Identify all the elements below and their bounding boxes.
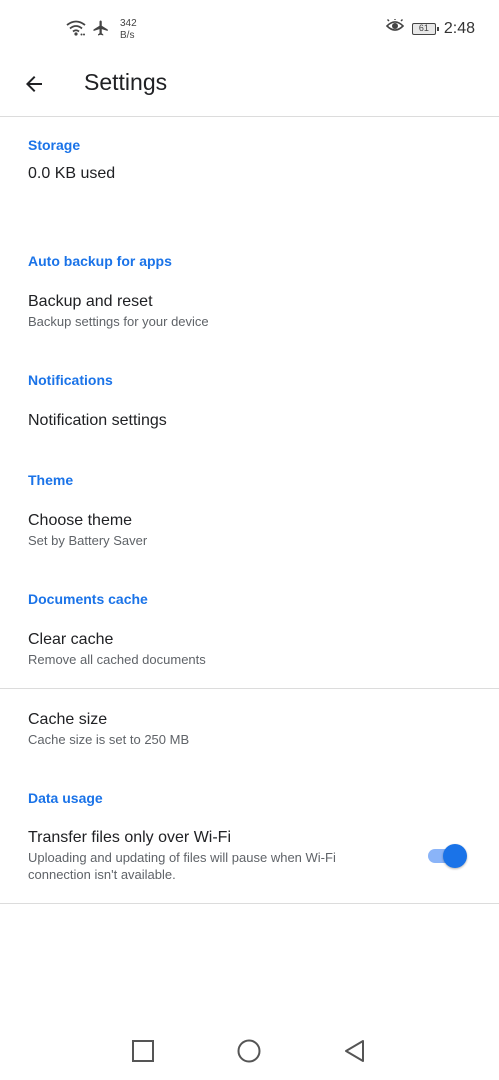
circle-home-icon	[236, 1039, 262, 1068]
app-bar-divider	[0, 116, 499, 117]
cache-size-title: Cache size	[28, 711, 108, 728]
triangle-back-icon	[342, 1040, 368, 1068]
arrow-left-icon	[22, 72, 46, 101]
data-usage-section-header: Data usage	[28, 790, 103, 806]
wifi-only-toggle[interactable]	[428, 842, 468, 870]
wifi-only-transfer-title: Transfer files only over Wi-Fi	[28, 829, 231, 846]
network-speed: 342 B/s	[120, 18, 137, 42]
status-bar: 342 B/s 61 2:48	[0, 0, 499, 60]
status-right-group: 61 2:48	[385, 18, 475, 38]
notifications-section-header: Notifications	[28, 372, 113, 388]
network-speed-unit: B/s	[120, 30, 135, 41]
recents-button[interactable]	[130, 1038, 156, 1064]
clear-cache-title: Clear cache	[28, 631, 114, 648]
storage-used-value: 0.0 KB used	[28, 165, 116, 182]
page-title: Settings	[84, 69, 168, 95]
wifi-icon	[66, 20, 86, 41]
backup-section-header: Auto backup for apps	[28, 253, 172, 269]
cache-size-subtitle: Cache size is set to 250 MB	[28, 732, 190, 747]
network-speed-value: 342	[120, 18, 137, 29]
storage-section-header: Storage	[28, 137, 81, 153]
status-left-group: 342 B/s	[66, 18, 137, 42]
documents-cache-section-header: Documents cache	[28, 591, 148, 607]
battery-level: 61	[418, 23, 429, 33]
back-nav-button[interactable]	[342, 1038, 368, 1064]
backup-and-reset-item[interactable]: Backup and reset Backup settings for you…	[0, 280, 499, 344]
cache-divider	[0, 688, 499, 689]
airplane-icon	[92, 19, 110, 42]
backup-and-reset-title: Backup and reset	[28, 293, 153, 310]
choose-theme-title: Choose theme	[28, 512, 133, 529]
wifi-only-transfer-subtitle-line1: Uploading and updating of files will pau…	[28, 850, 336, 865]
theme-section-header: Theme	[28, 472, 74, 488]
clock: 2:48	[443, 19, 475, 37]
clear-cache-item[interactable]: Clear cache Remove all cached documents	[0, 618, 499, 684]
choose-theme-subtitle: Set by Battery Saver	[28, 533, 148, 548]
app-bar: Settings	[0, 60, 499, 116]
system-nav-bar	[0, 1022, 499, 1080]
wifi-only-transfer-subtitle-line2: connection isn't available.	[28, 867, 176, 882]
eye-icon	[385, 18, 404, 38]
square-recents-icon	[130, 1040, 156, 1068]
clear-cache-subtitle: Remove all cached documents	[28, 652, 206, 667]
data-usage-divider	[0, 903, 499, 904]
choose-theme-item[interactable]: Choose theme Set by Battery Saver	[0, 499, 499, 563]
toggle-thumb	[443, 844, 467, 868]
notification-settings-item[interactable]: Notification settings	[0, 398, 499, 444]
notification-settings-title: Notification settings	[28, 412, 167, 429]
backup-and-reset-subtitle: Backup settings for your device	[28, 314, 209, 329]
back-button[interactable]	[16, 68, 52, 104]
battery-icon: 61	[411, 22, 439, 35]
wifi-only-transfer-item[interactable]: Transfer files only over Wi-Fi Uploading…	[0, 816, 499, 896]
cache-size-item[interactable]: Cache size Cache size is set to 250 MB	[0, 698, 499, 762]
home-button[interactable]	[236, 1038, 262, 1064]
